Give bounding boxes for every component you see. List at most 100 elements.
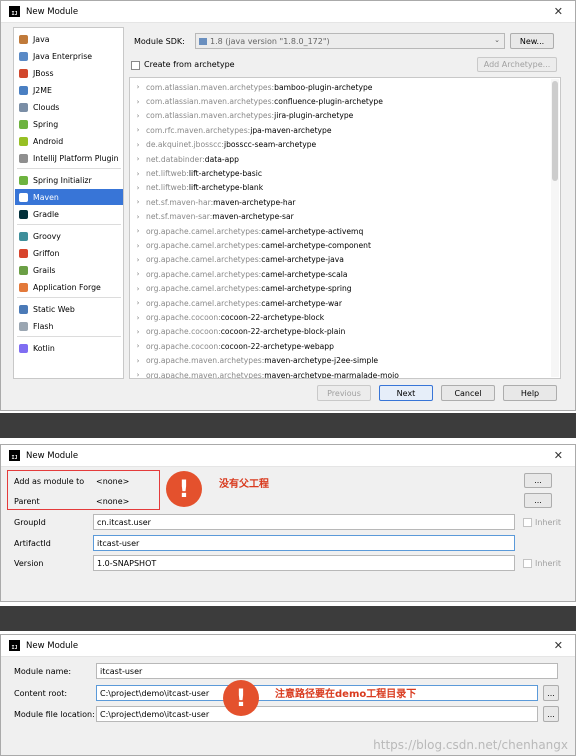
archetype-group: net.liftweb: [146, 169, 189, 179]
chevron-right-icon[interactable]: › [130, 198, 146, 206]
browse-module-file-button[interactable]: ... [543, 706, 559, 722]
chevron-right-icon[interactable]: › [130, 270, 146, 278]
cancel-button[interactable]: Cancel [441, 385, 495, 401]
chevron-right-icon[interactable]: › [130, 342, 146, 350]
sidebar-item-flash[interactable]: Flash [15, 318, 123, 334]
sidebar-item-static-web[interactable]: Static Web [15, 301, 123, 317]
chevron-right-icon[interactable]: › [130, 184, 146, 192]
module-sdk-label: Module SDK: [134, 37, 185, 46]
archetype-row[interactable]: › org.apache.camel.archetypes: camel-arche… [130, 296, 550, 310]
chevron-right-icon[interactable]: › [130, 357, 146, 365]
chevron-right-icon[interactable]: › [130, 227, 146, 235]
chevron-right-icon[interactable]: › [130, 155, 146, 163]
sidebar-item-java-enterprise[interactable]: Java Enterprise [15, 48, 123, 64]
archetype-row[interactable]: › org.apache.maven.archetypes: maven-arche… [130, 354, 550, 368]
archetype-artifact: camel-archetype-spring [261, 284, 352, 294]
chevron-right-icon[interactable]: › [130, 299, 146, 307]
browse-module-button[interactable]: ... [524, 473, 552, 488]
new-sdk-button[interactable]: New... [510, 33, 554, 49]
help-button[interactable]: Help [503, 385, 557, 401]
archetype-row[interactable]: › org.apache.camel.archetypes: camel-arche… [130, 253, 550, 267]
chevron-right-icon[interactable]: › [130, 98, 146, 106]
sidebar-item-gradle[interactable]: Gradle [15, 206, 123, 222]
close-icon[interactable]: ✕ [554, 5, 563, 18]
sidebar-item-kotlin[interactable]: Kotlin [15, 340, 123, 356]
chevron-right-icon[interactable]: › [130, 285, 146, 293]
archetype-row[interactable]: › de.akquinet.jbosscc: jbosscc-seam-archet… [130, 138, 550, 152]
add-archetype-button[interactable]: Add Archetype... [477, 57, 557, 72]
archetype-artifact: data-app [204, 154, 239, 164]
archetype-row[interactable]: › org.apache.camel.archetypes: camel-arche… [130, 267, 550, 281]
chevron-right-icon[interactable]: › [130, 112, 146, 120]
close-icon[interactable]: ✕ [554, 639, 563, 652]
chevron-right-icon[interactable]: › [130, 126, 146, 134]
browse-parent-button[interactable]: ... [524, 493, 552, 508]
parent-value: <none> [96, 497, 130, 506]
grails-icon [19, 265, 28, 275]
archetype-group: org.apache.cocoon: [146, 341, 221, 351]
archetype-row[interactable]: › net.sf.maven-sar: maven-archetype-sar [130, 210, 550, 224]
sidebar-item-android[interactable]: Android [15, 133, 123, 149]
sidebar-item-groovy[interactable]: Groovy [15, 228, 123, 244]
divider [17, 168, 121, 169]
module-name-input[interactable]: itcast-user [96, 663, 558, 679]
module-sdk-select[interactable]: 1.8 (java version "1.8.0_172") ⌄ [195, 33, 505, 49]
chevron-right-icon[interactable]: › [130, 242, 146, 250]
sidebar-item-label: Spring Initializr [33, 175, 92, 185]
sidebar-item-spring-initializr[interactable]: Spring Initializr [15, 172, 123, 188]
version-input[interactable]: 1.0-SNAPSHOT [93, 555, 515, 571]
chevron-right-icon[interactable]: › [130, 170, 146, 178]
dialog-title: New Module [26, 640, 79, 651]
sidebar-item-intellij-platform-plugin[interactable]: IntelliJ Platform Plugin [15, 150, 123, 166]
archetype-row[interactable]: › org.apache.camel.archetypes: camel-arche… [130, 224, 550, 238]
browse-content-root-button[interactable]: ... [543, 685, 559, 701]
archetype-row[interactable]: › org.apache.cocoon: cocoon-22-archetype-w… [130, 339, 550, 353]
sidebar-item-griffon[interactable]: Griffon [15, 245, 123, 261]
scroll-thumb[interactable] [552, 81, 558, 181]
archetype-artifact: confluence-plugin-archetype [274, 97, 383, 107]
new-module-dialog-1: IJ New Module ✕ Java Java Enterprise JBoss… [0, 0, 576, 411]
artifactid-input[interactable]: itcast-user [93, 535, 515, 551]
sidebar-item-application-forge[interactable]: Application Forge [15, 279, 123, 295]
archetype-row[interactable]: › org.apache.cocoon: cocoon-22-archetype-b… [130, 325, 550, 339]
flash-icon [19, 321, 28, 331]
archetype-row[interactable]: › net.sf.maven-har: maven-archetype-har [130, 195, 550, 209]
groupid-input[interactable]: cn.itcast.user [93, 514, 515, 530]
archetype-row[interactable]: › org.apache.camel.archetypes: camel-arche… [130, 282, 550, 296]
next-button[interactable]: Next [379, 385, 433, 401]
archetype-row[interactable]: › org.apache.camel.archetypes: camel-arche… [130, 238, 550, 252]
chevron-right-icon[interactable]: › [130, 213, 146, 221]
archetype-row[interactable]: › net.liftweb: lift-archetype-basic [130, 166, 550, 180]
archetype-row[interactable]: › com.rfc.maven.archetypes: jpa-maven-arch… [130, 123, 550, 137]
archetype-row[interactable]: › net.liftweb: lift-archetype-blank [130, 181, 550, 195]
archetype-row[interactable]: › com.atlassian.maven.archetypes: jira-plu… [130, 109, 550, 123]
archetype-row[interactable]: › org.apache.cocoon: cocoon-22-archetype-b… [130, 310, 550, 324]
sidebar-item-jboss[interactable]: JBoss [15, 65, 123, 81]
archetype-row[interactable]: › com.atlassian.maven.archetypes: confluen… [130, 94, 550, 108]
new-module-dialog-2: IJ New Module ✕ Add as module to <none> … [0, 444, 576, 602]
archetype-row[interactable]: › com.atlassian.maven.archetypes: bamboo-p… [130, 80, 550, 94]
chevron-right-icon[interactable]: › [130, 83, 146, 91]
close-icon[interactable]: ✕ [554, 449, 563, 462]
chevron-right-icon[interactable]: › [130, 141, 146, 149]
sidebar-item-j2me[interactable]: J2ME [15, 82, 123, 98]
sidebar-item-grails[interactable]: Grails [15, 262, 123, 278]
sidebar-item-maven[interactable]: Maven [15, 189, 123, 205]
chevron-right-icon[interactable]: › [130, 256, 146, 264]
sidebar-item-java[interactable]: Java [15, 31, 123, 47]
sidebar-item-clouds[interactable]: Clouds [15, 99, 123, 115]
archetype-row[interactable]: › org.apache.maven.archetypes: maven-arche… [130, 368, 550, 378]
sidebar-item-spring[interactable]: Spring [15, 116, 123, 132]
scrollbar[interactable] [551, 79, 559, 377]
chevron-right-icon[interactable]: › [130, 314, 146, 322]
previous-button[interactable]: Previous [317, 385, 371, 401]
chevron-right-icon[interactable]: › [130, 371, 146, 378]
chevron-right-icon[interactable]: › [130, 328, 146, 336]
module-file-location-input[interactable]: C:\project\demo\itcast-user [96, 706, 538, 722]
sidebar-item-label: Kotlin [33, 343, 55, 353]
inherit-version-checkbox[interactable] [523, 559, 532, 568]
archetype-list: › com.atlassian.maven.archetypes: bamboo-p… [129, 77, 561, 379]
create-from-archetype-checkbox[interactable] [131, 61, 140, 70]
archetype-row[interactable]: › net.databinder: data-app [130, 152, 550, 166]
inherit-groupid-checkbox[interactable] [523, 518, 532, 527]
